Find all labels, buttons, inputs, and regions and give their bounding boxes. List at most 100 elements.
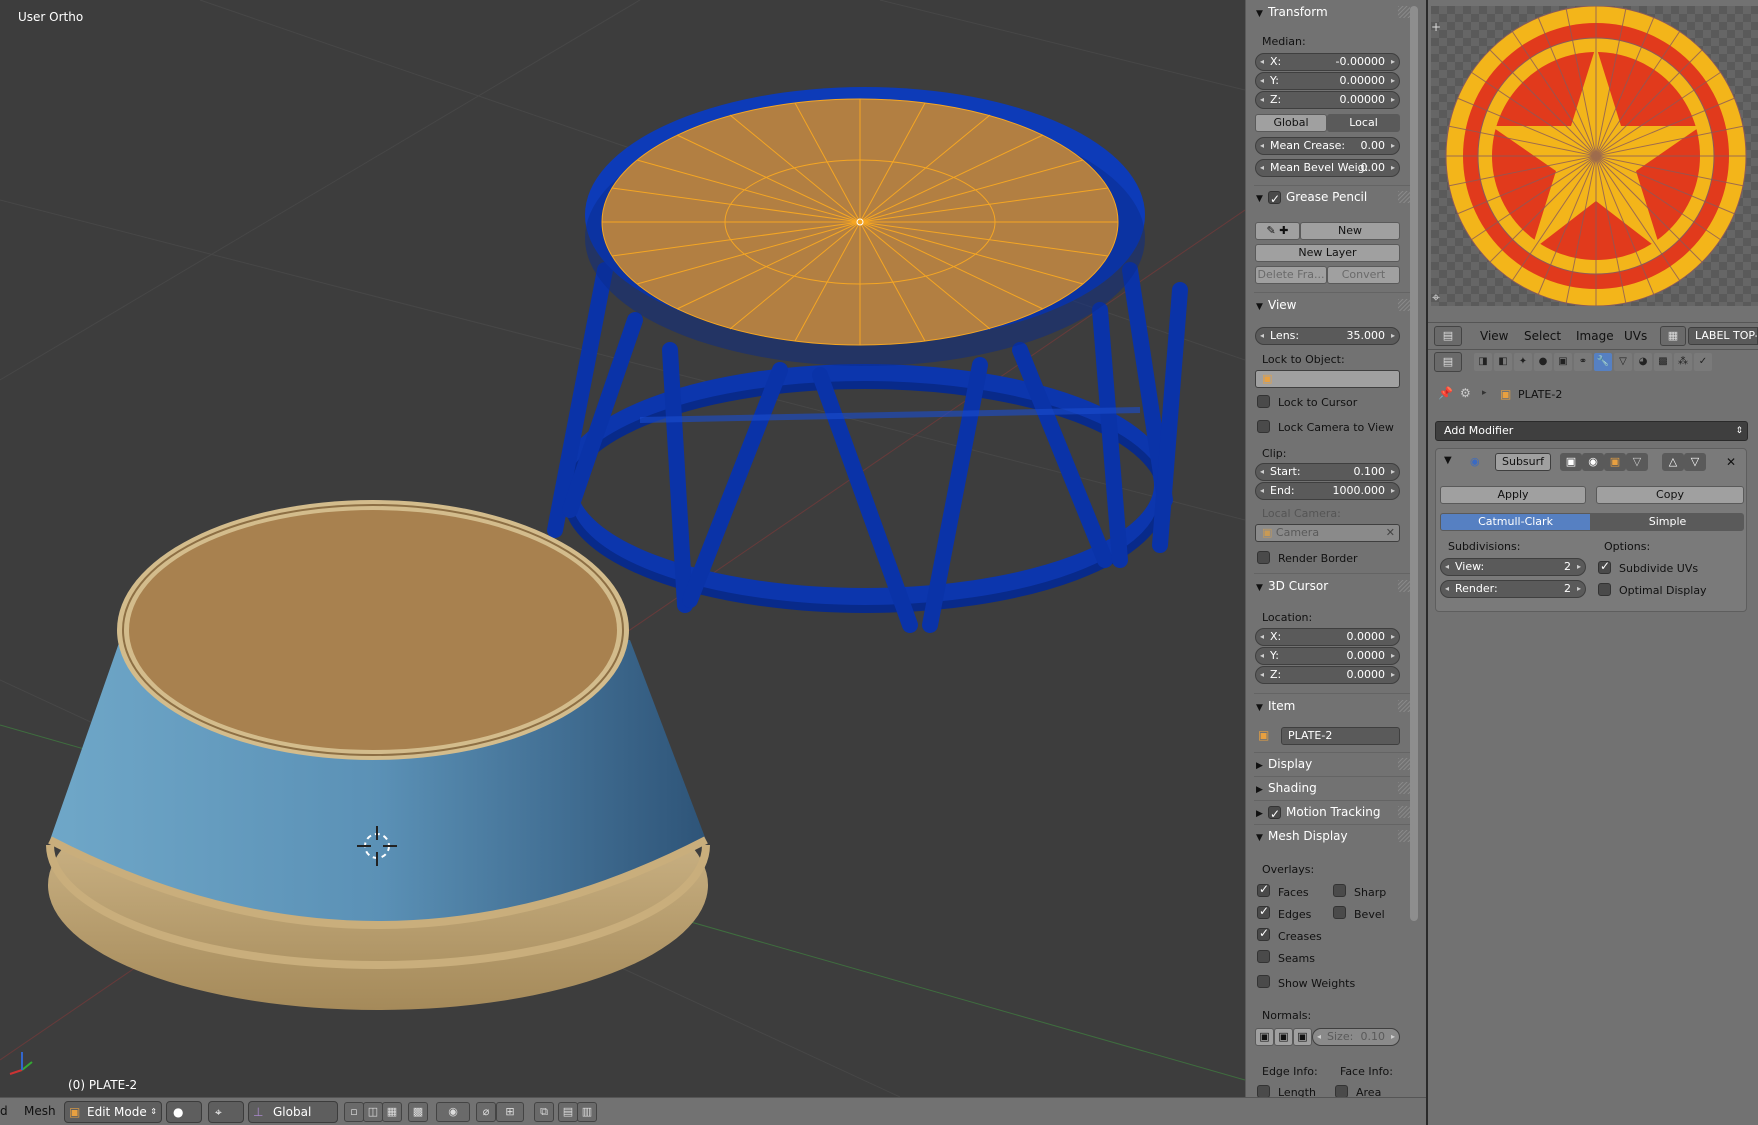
object-tab-icon[interactable]: ▣ (1554, 353, 1572, 371)
panel-header-shading[interactable]: ▶ Shading (1254, 778, 1410, 798)
edges-checkbox[interactable] (1257, 904, 1270, 919)
local-button[interactable]: Local (1327, 114, 1400, 132)
pin-icon[interactable]: 📌 (1438, 386, 1453, 400)
cursor-z-field[interactable]: ◂ Z: 0.0000 ▸ (1255, 666, 1400, 684)
cage-toggle-icon[interactable]: ▽ (1626, 453, 1648, 471)
properties-sidebar[interactable]: ▼ Transform Median: ◂ X: -0.00000 ▸ ◂ Y: 0.000… (1245, 0, 1426, 1097)
panel-header-display[interactable]: ▶ Display (1254, 754, 1410, 774)
face-select-icon[interactable]: ▦ (382, 1102, 402, 1122)
lock-to-cursor-checkbox[interactable] (1257, 395, 1270, 408)
edge-select-icon[interactable]: ◫ (363, 1102, 383, 1122)
uv-menu-image[interactable]: Image (1576, 329, 1614, 343)
image-name-field[interactable]: LABEL TOP-2 (1688, 327, 1758, 345)
add-modifier-dropdown[interactable]: Add Modifier ⇕ (1435, 421, 1748, 441)
modifier-name-field[interactable]: Subsurf (1495, 453, 1551, 471)
length-checkbox[interactable] (1257, 1085, 1270, 1097)
world-tab-icon[interactable]: ● (1534, 353, 1552, 371)
global-button[interactable]: Global (1255, 114, 1327, 132)
visibility-eye-icon[interactable]: ◉ (1582, 453, 1604, 471)
vertex-select-icon[interactable]: ▫ (344, 1102, 364, 1122)
subdivisions-view-field[interactable]: ◂ View: 2 ▸ (1440, 558, 1586, 576)
vertex-normals-icon[interactable]: ▣ (1255, 1028, 1274, 1046)
particles-tab-icon[interactable]: ⁂ (1674, 353, 1692, 371)
show-weights-checkbox[interactable] (1257, 975, 1270, 988)
texture-tab-icon[interactable]: ▩ (1654, 353, 1672, 371)
mean-crease-field[interactable]: ◂ Mean Crease: 0.00 ▸ (1255, 137, 1400, 155)
limit-selection-icon[interactable]: ▩ (408, 1102, 428, 1122)
simple-button[interactable]: Simple (1591, 513, 1744, 531)
3d-viewport[interactable]: User Ortho (0) PLATE-2 (0, 0, 1245, 1097)
drag-grip-icon[interactable] (1398, 6, 1410, 18)
render-tab-icon[interactable]: ◨ (1474, 353, 1492, 371)
snap-icon[interactable]: ⌀ (476, 1102, 496, 1122)
clip-start-field[interactable]: ◂ Start: 0.100 ▸ (1255, 463, 1400, 481)
mean-bevel-weight-field[interactable]: ◂ Mean Bevel Weig: 0.00 ▸ (1255, 159, 1400, 177)
pencil-datablock-button[interactable]: ✎ ✚ (1255, 222, 1300, 240)
edit-mode-toggle-icon[interactable]: ▣ (1604, 453, 1626, 471)
normals-size-field[interactable]: ◂ Size: 0.10 ▸ (1312, 1028, 1400, 1046)
sidebar-scrollbar[interactable] (1410, 6, 1418, 921)
new-layer-button[interactable]: New Layer (1255, 244, 1400, 262)
render-toggle-icon[interactable]: ▣ (1560, 453, 1582, 471)
panel-header-motion-tracking[interactable]: ▶ Motion Tracking (1254, 802, 1410, 824)
lock-object-field[interactable]: ▣ (1255, 370, 1400, 388)
face-normals-icon[interactable]: ▣ (1293, 1028, 1312, 1046)
render-border-checkbox[interactable] (1257, 551, 1270, 564)
clear-icon[interactable]: ✕ (1386, 525, 1395, 541)
drag-grip-icon[interactable] (1398, 191, 1410, 203)
copy-button[interactable]: Copy (1596, 486, 1744, 504)
drag-grip-icon[interactable] (1398, 758, 1410, 770)
blue-stand-mesh[interactable] (547, 87, 1188, 633)
panel-header-3d-cursor[interactable]: ▼ 3D Cursor (1254, 576, 1410, 596)
drag-grip-icon[interactable] (1398, 299, 1410, 311)
item-name-field[interactable]: PLATE-2 (1281, 727, 1400, 745)
mesh-menu[interactable]: Mesh (24, 1104, 56, 1118)
image-browse-icon[interactable]: ▦ (1660, 326, 1686, 346)
area-split-plus-icon[interactable]: + (1431, 20, 1441, 34)
new-grease-pencil-button[interactable]: New (1300, 222, 1400, 240)
clip-end-field[interactable]: ◂ End: 1000.000 ▸ (1255, 482, 1400, 500)
scene-tab-icon[interactable]: ✦ (1514, 353, 1532, 371)
render-layers-tab-icon[interactable]: ◧ (1494, 353, 1512, 371)
optimal-display-checkbox[interactable] (1598, 583, 1611, 596)
orientation-select[interactable]: ⊥ Global (248, 1101, 338, 1123)
faces-checkbox[interactable] (1257, 882, 1270, 897)
subdivisions-render-field[interactable]: ◂ Render: 2 ▸ (1440, 580, 1586, 598)
sharp-checkbox[interactable] (1333, 884, 1346, 897)
cursor-y-field[interactable]: ◂ Y: 0.0000 ▸ (1255, 647, 1400, 665)
creases-checkbox[interactable] (1257, 926, 1270, 941)
modifiers-tab-icon[interactable]: 🔧 (1594, 353, 1612, 371)
catmull-clark-button[interactable]: Catmull-Clark (1440, 513, 1591, 531)
motion-tracking-checkbox[interactable] (1268, 804, 1281, 824)
uv-menu-uvs[interactable]: UVs (1624, 329, 1647, 343)
median-y-field[interactable]: ◂ Y: 0.00000 ▸ (1255, 72, 1400, 90)
panel-header-view[interactable]: ▼ View (1254, 295, 1410, 315)
panel-header-item[interactable]: ▼ Item (1254, 696, 1410, 716)
delete-frame-button[interactable]: Delete Fra... (1255, 266, 1327, 284)
split-normals-icon[interactable]: ▣ (1274, 1028, 1293, 1046)
panel-header-transform[interactable]: ▼ Transform (1254, 2, 1410, 22)
drag-grip-icon[interactable] (1398, 700, 1410, 712)
data-tab-icon[interactable]: ▽ (1614, 353, 1632, 371)
editor-type-icon[interactable]: ▤ (1434, 326, 1462, 346)
uv-image-preview[interactable] (1431, 5, 1758, 307)
remove-modifier-icon[interactable]: ✕ (1726, 455, 1736, 469)
pot-object[interactable] (48, 500, 708, 1010)
panel-header-mesh-display[interactable]: ▼ Mesh Display (1254, 826, 1410, 846)
local-camera-field[interactable]: ▣ Camera ✕ (1255, 524, 1400, 542)
drag-grip-icon[interactable] (1398, 830, 1410, 842)
uv-menu-select[interactable]: Select (1524, 329, 1561, 343)
move-up-icon[interactable]: △ (1662, 453, 1684, 471)
cursor-x-field[interactable]: ◂ X: 0.0000 ▸ (1255, 628, 1400, 646)
area-checkbox[interactable] (1335, 1085, 1348, 1097)
lens-field[interactable]: ◂ Lens: 35.000 ▸ (1255, 327, 1400, 345)
mode-select[interactable]: ▣ Edit Mode ⇕ (64, 1101, 162, 1123)
panel-header-grease-pencil[interactable]: ▼ Grease Pencil (1254, 187, 1410, 209)
drag-grip-icon[interactable] (1398, 782, 1410, 794)
median-x-field[interactable]: ◂ X: -0.00000 ▸ (1255, 53, 1400, 71)
subdivide-uvs-checkbox[interactable] (1598, 559, 1611, 574)
uv-menu-view[interactable]: View (1480, 329, 1508, 343)
collapse-triangle-icon[interactable]: ▼ (1444, 455, 1452, 466)
grease-pencil-checkbox[interactable] (1268, 189, 1281, 209)
constraints-tab-icon[interactable]: ⚭ (1574, 353, 1592, 371)
